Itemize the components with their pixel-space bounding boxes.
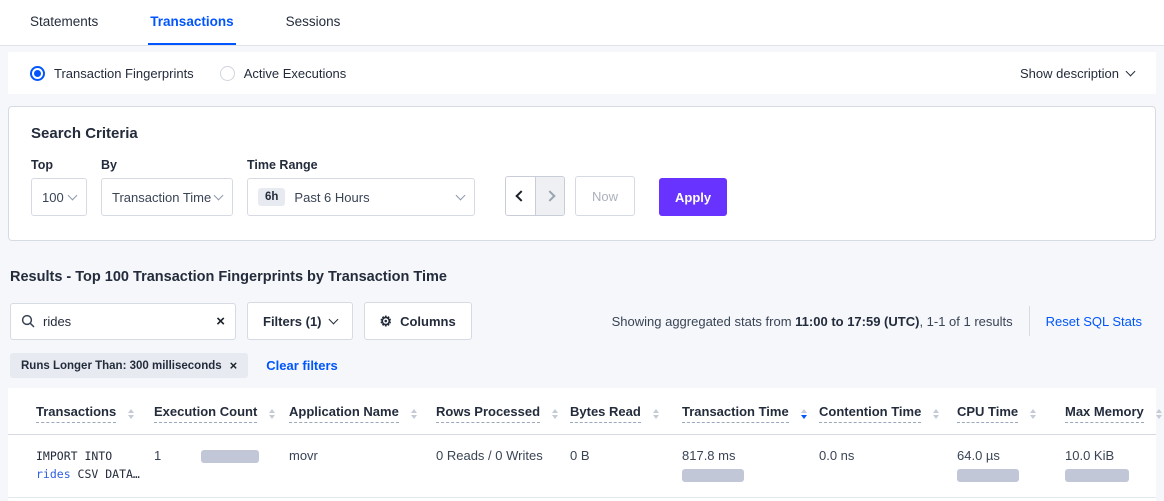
radio-unselected-icon (220, 66, 235, 81)
tab-transactions[interactable]: Transactions (148, 0, 235, 45)
cell-contention-time: 0.0 ns (819, 435, 957, 498)
tab-statements[interactable]: Statements (28, 0, 100, 45)
cell-application-name: movr (289, 435, 436, 498)
sort-control[interactable] (269, 409, 275, 419)
search-criteria-card: Search Criteria Top 100 By Transaction T… (8, 106, 1156, 241)
search-criteria-title: Search Criteria (31, 125, 1133, 142)
aggregated-stats-text: Showing aggregated stats from 11:00 to 1… (612, 314, 1013, 329)
radio-label: Active Executions (244, 66, 347, 81)
max-memory-bar (1065, 469, 1129, 482)
columns-button-label: Columns (400, 314, 456, 329)
by-select-value: Transaction Time (112, 190, 211, 205)
top-label: Top (31, 158, 87, 172)
filters-button-label: Filters (1) (263, 314, 322, 329)
cell-max-memory: 10.0 KiB (1065, 435, 1156, 498)
filters-button[interactable]: Filters (1) (247, 302, 353, 340)
sort-control[interactable] (552, 409, 558, 419)
cpu-time-bar (957, 469, 1019, 482)
sort-control[interactable] (1030, 409, 1036, 419)
sort-control[interactable] (411, 409, 417, 419)
by-select[interactable]: Transaction Time (101, 178, 233, 216)
top-select-value: 100 (42, 190, 64, 205)
column-header-contention-time[interactable]: Contention Time (819, 388, 957, 435)
chevron-down-icon (328, 315, 338, 325)
clear-filters-link[interactable]: Clear filters (266, 358, 338, 373)
results-table-card: Transactions Execution Count Application… (8, 388, 1156, 501)
sort-control[interactable] (128, 409, 134, 419)
radio-label: Transaction Fingerprints (54, 66, 194, 81)
show-description-label: Show description (1020, 66, 1119, 81)
cell-bytes-read: 0 B (570, 435, 682, 498)
chevron-down-icon (214, 191, 224, 201)
time-range-prev-button[interactable] (506, 177, 535, 215)
results-table: Transactions Execution Count Application… (8, 388, 1156, 498)
sort-control[interactable] (933, 409, 939, 419)
chevron-down-icon (1126, 67, 1136, 77)
chevron-down-icon (456, 191, 466, 201)
column-header-application-name[interactable]: Application Name (289, 388, 436, 435)
now-button[interactable]: Now (575, 176, 635, 216)
radio-selected-icon (30, 66, 45, 81)
results-toolbar: × Filters (1) ⚙ Columns Showing aggregat… (10, 302, 1154, 340)
page-tabs: Statements Transactions Sessions (0, 0, 1164, 46)
time-range-select[interactable]: 6h Past 6 Hours (247, 178, 475, 216)
execution-count-bar (201, 450, 259, 463)
column-header-bytes-read[interactable]: Bytes Read (570, 388, 682, 435)
cell-cpu-time: 64.0 µs (957, 435, 1065, 498)
time-range-label: Time Range (247, 158, 475, 172)
column-header-max-memory[interactable]: Max Memory (1065, 388, 1156, 435)
divider (1029, 306, 1030, 336)
radio-transaction-fingerprints[interactable]: Transaction Fingerprints (30, 66, 194, 81)
column-header-cpu-time[interactable]: CPU Time (957, 388, 1065, 435)
transaction-time-bar (682, 469, 744, 482)
time-range-field: Time Range 6h Past 6 Hours (247, 158, 475, 216)
tab-sessions[interactable]: Sessions (284, 0, 343, 45)
filter-chip-label: Runs Longer Than: 300 milliseconds (21, 360, 222, 372)
transaction-fingerprint-link[interactable]: IMPORT INTO rides CSV DATA… (36, 448, 148, 484)
column-header-rows-processed[interactable]: Rows Processed (436, 388, 570, 435)
time-range-badge: 6h (258, 188, 285, 206)
time-range-stepper (505, 176, 565, 216)
gear-icon: ⚙ (380, 314, 393, 328)
cell-transaction-fingerprint: IMPORT INTO rides CSV DATA… (8, 435, 154, 498)
view-type-radio-group: Transaction Fingerprints Active Executio… (30, 66, 346, 81)
search-box: × (10, 303, 236, 340)
column-header-execution-count[interactable]: Execution Count (154, 388, 289, 435)
search-input[interactable] (43, 314, 216, 329)
sort-control[interactable] (801, 409, 807, 419)
sql-table-name: rides (36, 467, 71, 481)
sort-control[interactable] (1156, 409, 1162, 419)
column-header-transactions[interactable]: Transactions (8, 388, 154, 435)
remove-filter-icon[interactable]: × (230, 359, 238, 372)
table-row: IMPORT INTO rides CSV DATA… 1 movr 0 Rea… (8, 435, 1156, 498)
search-icon (21, 314, 35, 328)
clear-search-icon[interactable]: × (216, 314, 225, 329)
active-filters-row: Runs Longer Than: 300 milliseconds × Cle… (10, 353, 1154, 378)
reset-sql-stats-link[interactable]: Reset SQL Stats (1046, 314, 1142, 329)
by-label: By (101, 158, 233, 172)
filter-chip: Runs Longer Than: 300 milliseconds × (10, 353, 248, 378)
chevron-down-icon (68, 191, 78, 201)
radio-active-executions[interactable]: Active Executions (220, 66, 347, 81)
chevron-right-icon (544, 190, 555, 201)
cell-execution-count: 1 (154, 435, 289, 498)
time-range-value: Past 6 Hours (294, 190, 369, 205)
sort-control[interactable] (653, 409, 659, 419)
stats-time-range: 11:00 to 17:59 (UTC) (795, 314, 919, 329)
by-field: By Transaction Time (101, 158, 233, 216)
view-toggle-band: Transaction Fingerprints Active Executio… (8, 52, 1156, 94)
cell-transaction-time: 817.8 ms (682, 435, 819, 498)
table-header-row: Transactions Execution Count Application… (8, 388, 1156, 435)
column-header-transaction-time[interactable]: Transaction Time (682, 388, 819, 435)
time-range-next-button[interactable] (535, 177, 564, 215)
top-select[interactable]: 100 (31, 178, 87, 216)
apply-button[interactable]: Apply (659, 178, 727, 216)
show-description-toggle[interactable]: Show description (1020, 66, 1134, 81)
columns-button[interactable]: ⚙ Columns (364, 302, 472, 340)
chevron-left-icon (515, 190, 526, 201)
results-heading: Results - Top 100 Transaction Fingerprin… (10, 269, 1154, 285)
top-field: Top 100 (31, 158, 87, 216)
cell-rows-processed: 0 Reads / 0 Writes (436, 435, 570, 498)
